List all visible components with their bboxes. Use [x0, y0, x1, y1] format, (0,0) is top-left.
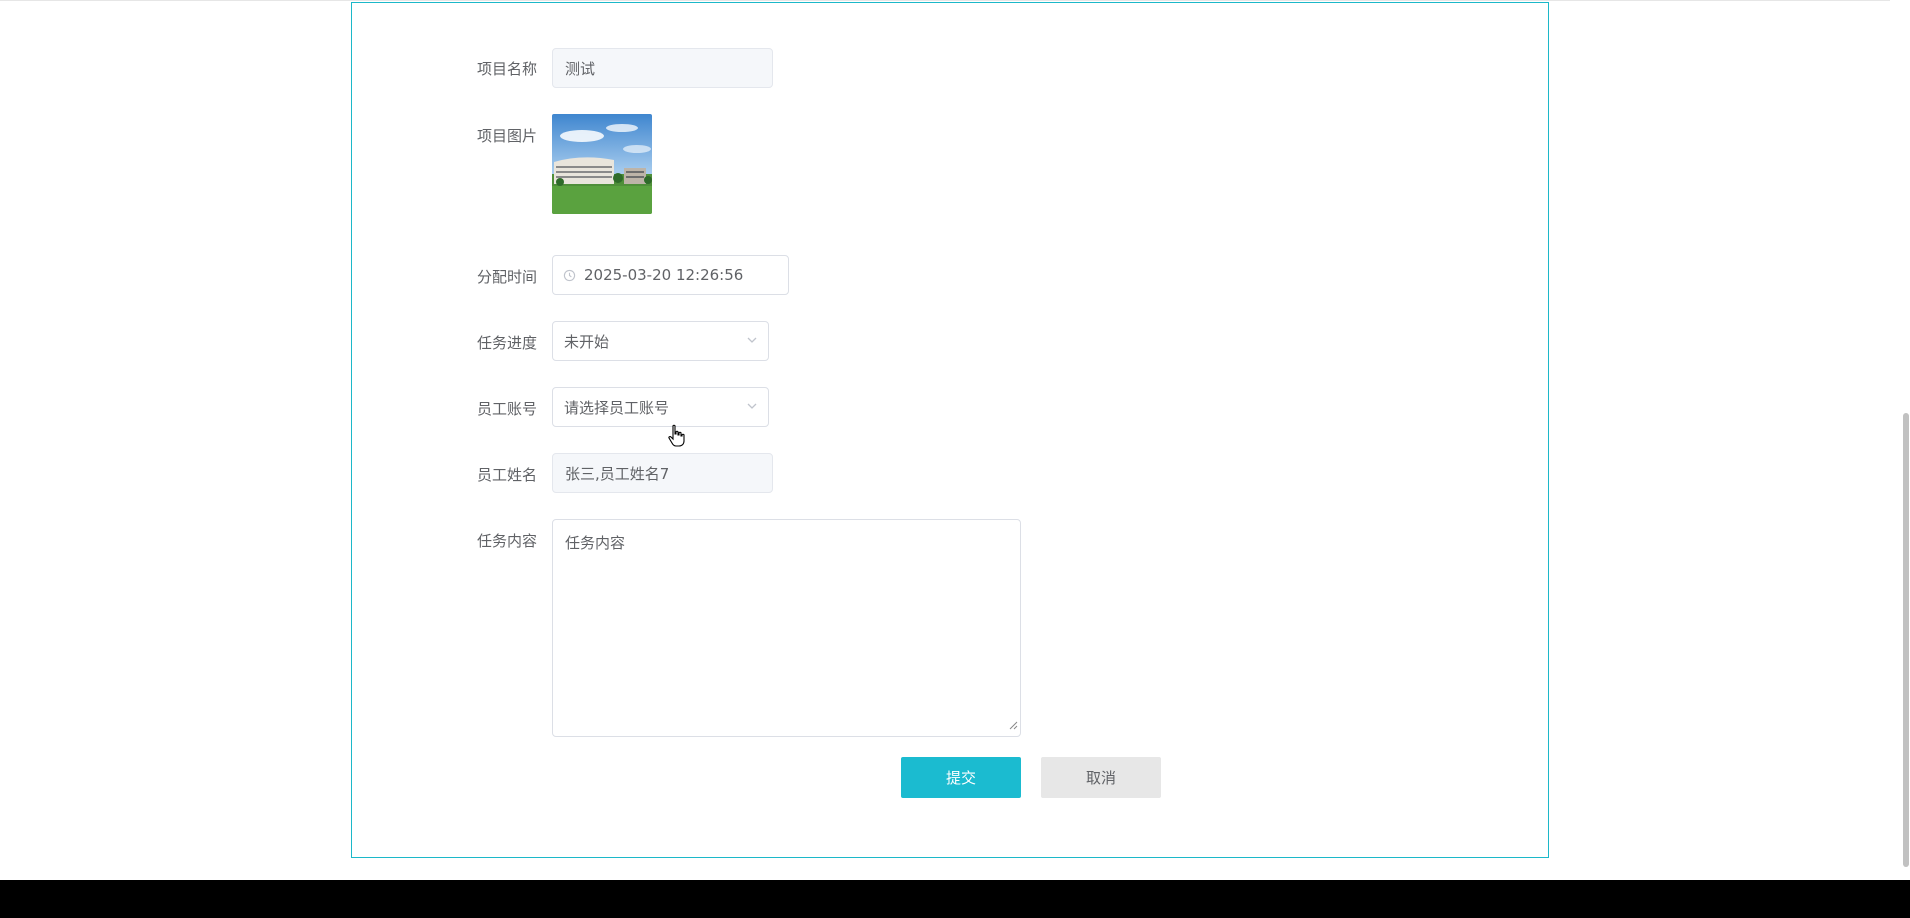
- top-divider: [0, 0, 1890, 1]
- assign-time-label: 分配时间: [477, 268, 538, 286]
- employee-name-label: 员工姓名: [477, 466, 538, 484]
- cancel-button[interactable]: 取消: [1041, 757, 1161, 798]
- project-name-value: 测试: [565, 59, 596, 78]
- scrollbar-thumb[interactable]: [1903, 413, 1909, 867]
- task-progress-select[interactable]: 未开始: [552, 321, 769, 361]
- hand-cursor-icon: [667, 424, 685, 452]
- task-content-textarea[interactable]: 任务内容: [552, 519, 1021, 737]
- task-content-placeholder: 任务内容: [565, 534, 626, 552]
- resize-grip-icon[interactable]: [1009, 716, 1018, 734]
- employee-account-select[interactable]: 请选择员工账号: [552, 387, 769, 427]
- assign-time-value: 2025-03-20 12:26:56: [584, 266, 744, 284]
- assign-time-picker[interactable]: 2025-03-20 12:26:56: [552, 255, 789, 295]
- project-name-input[interactable]: 测试: [552, 48, 773, 88]
- project-name-label: 项目名称: [477, 60, 538, 78]
- employee-account-label: 员工账号: [477, 400, 538, 418]
- task-progress-label: 任务进度: [477, 334, 538, 352]
- employee-name-input[interactable]: 张三,员工姓名7: [552, 453, 773, 493]
- chevron-down-icon: [746, 398, 758, 416]
- task-progress-value: 未开始: [564, 332, 610, 351]
- clock-icon: [563, 269, 576, 282]
- project-image[interactable]: [552, 114, 652, 214]
- project-image-thumbnail: [552, 114, 652, 214]
- task-content-label: 任务内容: [477, 532, 538, 550]
- employee-account-placeholder: 请选择员工账号: [564, 398, 670, 417]
- project-image-label: 项目图片: [477, 127, 538, 145]
- chevron-down-icon: [746, 332, 758, 350]
- employee-name-value: 张三,员工姓名7: [565, 464, 670, 483]
- bottom-taskbar: [0, 880, 1910, 918]
- submit-button[interactable]: 提交: [901, 757, 1021, 798]
